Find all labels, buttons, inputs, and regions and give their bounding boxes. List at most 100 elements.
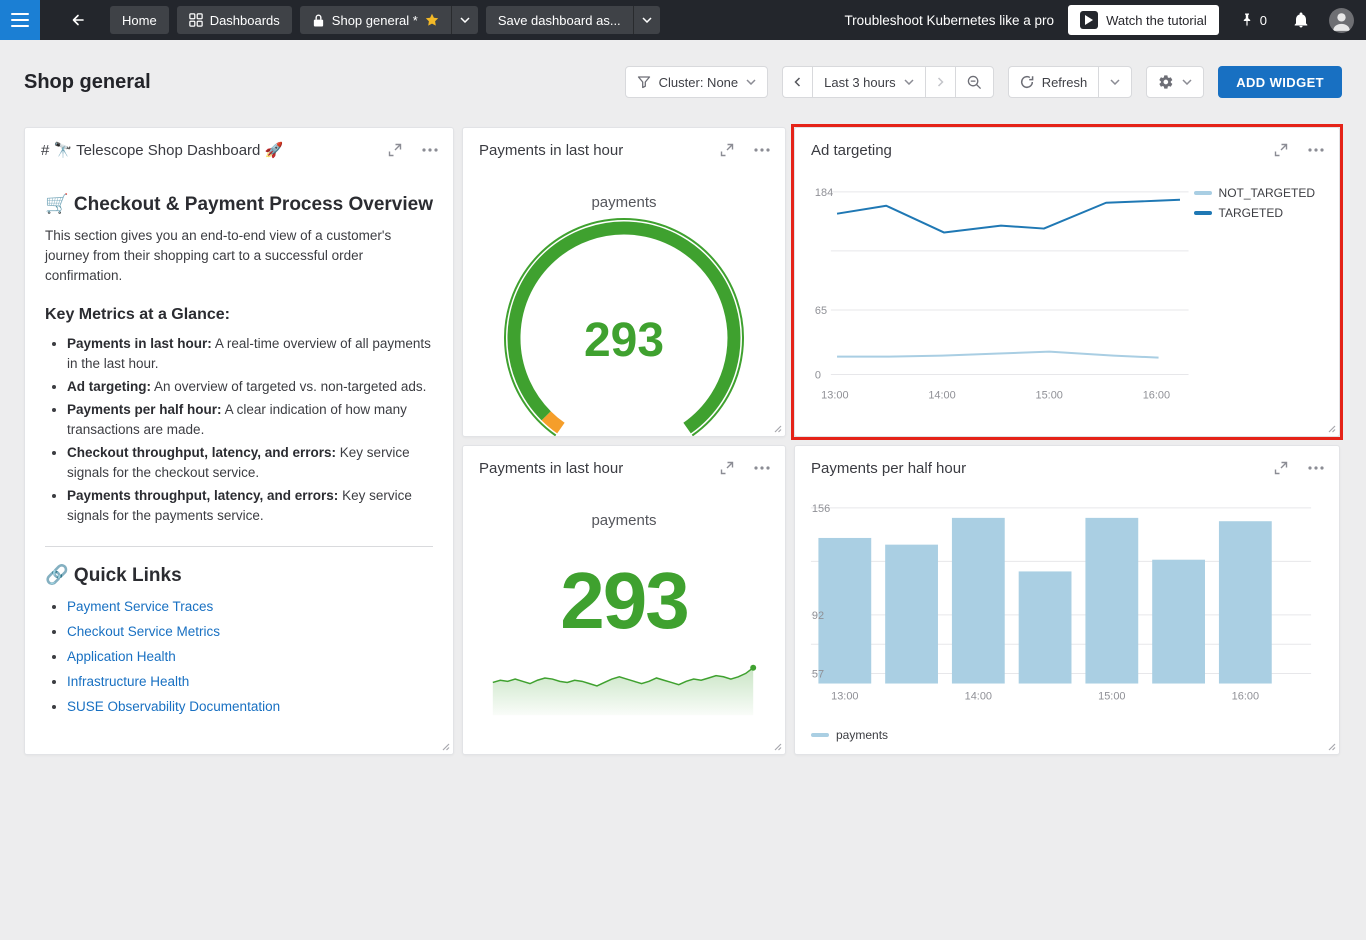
chevron-down-icon: [460, 17, 470, 23]
expand-widget-button[interactable]: [1271, 140, 1291, 160]
list-item: Application Health: [67, 647, 433, 667]
add-widget-button[interactable]: ADD WIDGET: [1218, 66, 1342, 98]
link-infrastructure-health[interactable]: Infrastructure Health: [67, 674, 189, 689]
list-item: Payment Service Traces: [67, 597, 433, 617]
filter-funnel-icon: [637, 75, 651, 89]
hamburger-icon: [11, 13, 29, 27]
svg-text:92: 92: [812, 610, 824, 622]
widget-menu-button[interactable]: [419, 145, 441, 155]
widget-menu-button[interactable]: [1305, 463, 1327, 473]
resize-handle[interactable]: [1327, 424, 1336, 433]
expand-widget-button[interactable]: [1271, 458, 1291, 478]
not-targeted-swatch: [1194, 191, 1212, 195]
widget-menu-button[interactable]: [1305, 145, 1327, 155]
quick-links-list: Payment Service Traces Checkout Service …: [67, 597, 433, 717]
metric-item: Payments in last hour: A real-time overv…: [67, 334, 433, 374]
md-section-heading: 🛒 Checkout & Payment Process Overview: [45, 192, 433, 216]
top-navbar: Home Dashboards Shop general * Save dash…: [0, 0, 1366, 40]
back-button[interactable]: [64, 6, 92, 34]
dashboard-settings-button[interactable]: [1146, 66, 1204, 98]
widget-menu-button[interactable]: [751, 145, 773, 155]
metric-item: Payments per half hour: A clear indicati…: [67, 400, 433, 440]
svg-text:13:00: 13:00: [831, 690, 858, 702]
pin-count-badge: 0: [1260, 13, 1267, 28]
resize-handle[interactable]: [1327, 742, 1336, 751]
ellipsis-icon: [1308, 148, 1324, 152]
legend-item: TARGETED: [1194, 206, 1315, 220]
svg-text:14:00: 14:00: [965, 690, 992, 702]
expand-icon: [388, 143, 402, 157]
link-payment-service-traces[interactable]: Payment Service Traces: [67, 599, 213, 614]
svg-text:0: 0: [815, 369, 821, 381]
promo-text: Troubleshoot Kubernetes like a pro: [844, 13, 1054, 28]
favorite-star-icon[interactable]: [425, 13, 439, 27]
link-checkout-service-metrics[interactable]: Checkout Service Metrics: [67, 624, 220, 639]
notifications-button[interactable]: [1287, 6, 1315, 35]
link-suse-observability-docs[interactable]: SUSE Observability Documentation: [67, 699, 280, 714]
link-application-health[interactable]: Application Health: [67, 649, 176, 664]
pin-icon: [1239, 12, 1255, 28]
refresh-label: Refresh: [1042, 75, 1088, 90]
chevron-down-icon: [746, 79, 756, 85]
cluster-filter-button[interactable]: Cluster: None: [625, 66, 768, 98]
main-menu-button[interactable]: [0, 0, 40, 40]
resize-handle[interactable]: [441, 742, 450, 751]
home-label: Home: [122, 13, 157, 28]
time-range-button[interactable]: Last 3 hours: [812, 66, 925, 98]
gauge-value: 293: [489, 317, 759, 365]
md-metrics-heading: Key Metrics at a Glance:: [45, 306, 433, 324]
time-range-label: Last 3 hours: [824, 75, 896, 90]
resize-handle[interactable]: [773, 424, 782, 433]
play-icon: [1080, 11, 1098, 29]
cluster-filter-label: Cluster: None: [659, 75, 738, 90]
expand-widget-button[interactable]: [717, 458, 737, 478]
current-dashboard-button[interactable]: Shop general *: [300, 6, 451, 34]
home-button[interactable]: Home: [110, 6, 169, 34]
dashboards-label: Dashboards: [210, 13, 280, 28]
series-label: payments: [591, 512, 656, 529]
chevron-down-icon: [904, 79, 914, 85]
series-label: payments: [591, 194, 656, 211]
time-back-button[interactable]: [782, 66, 812, 98]
svg-text:156: 156: [812, 503, 830, 515]
dashboard-switcher: Shop general *: [300, 6, 478, 34]
gear-icon: [1158, 74, 1174, 90]
watch-tutorial-label: Watch the tutorial: [1106, 13, 1207, 28]
metrics-list: Payments in last hour: A real-time overv…: [67, 334, 433, 526]
dashboards-grid-icon: [189, 13, 203, 27]
bell-icon: [1293, 12, 1309, 29]
svg-text:14:00: 14:00: [928, 389, 955, 401]
lock-icon: [312, 13, 325, 28]
time-forward-button[interactable]: [925, 66, 955, 98]
widget-payments-gauge: Payments in last hour payments 293: [462, 127, 786, 437]
user-avatar[interactable]: [1329, 8, 1354, 33]
ellipsis-icon: [754, 466, 770, 470]
svg-text:184: 184: [815, 187, 833, 199]
dashboards-button[interactable]: Dashboards: [177, 6, 292, 34]
svg-text:15:00: 15:00: [1036, 389, 1063, 401]
resize-handle[interactable]: [773, 742, 782, 751]
widget-title: Payments in last hour: [479, 142, 623, 159]
zoom-out-icon: [967, 75, 982, 90]
expand-widget-button[interactable]: [385, 140, 405, 160]
widget-title: Payments in last hour: [479, 460, 623, 477]
zoom-out-time-button[interactable]: [955, 66, 994, 98]
dashboard-switcher-caret[interactable]: [451, 6, 478, 34]
metric-item: Checkout throughput, latency, and errors…: [67, 443, 433, 483]
md-quicklinks-heading: 🔗 Quick Links: [45, 563, 433, 587]
person-icon: [1329, 8, 1354, 33]
ellipsis-icon: [754, 148, 770, 152]
expand-widget-button[interactable]: [717, 140, 737, 160]
refresh-button[interactable]: Refresh: [1008, 66, 1099, 98]
watch-tutorial-button[interactable]: Watch the tutorial: [1068, 5, 1219, 35]
refresh-options-caret[interactable]: [1098, 66, 1132, 98]
chevron-left-icon: [794, 77, 801, 87]
big-number-value: 293: [560, 561, 687, 641]
save-as-caret[interactable]: [633, 6, 660, 34]
current-dashboard-label: Shop general *: [332, 13, 418, 28]
refresh-group: Refresh: [1008, 66, 1133, 98]
widget-menu-button[interactable]: [751, 463, 773, 473]
pinned-items-button[interactable]: 0: [1233, 6, 1273, 34]
save-as-label: Save dashboard as...: [498, 13, 621, 28]
save-dashboard-as-button[interactable]: Save dashboard as...: [486, 6, 633, 34]
